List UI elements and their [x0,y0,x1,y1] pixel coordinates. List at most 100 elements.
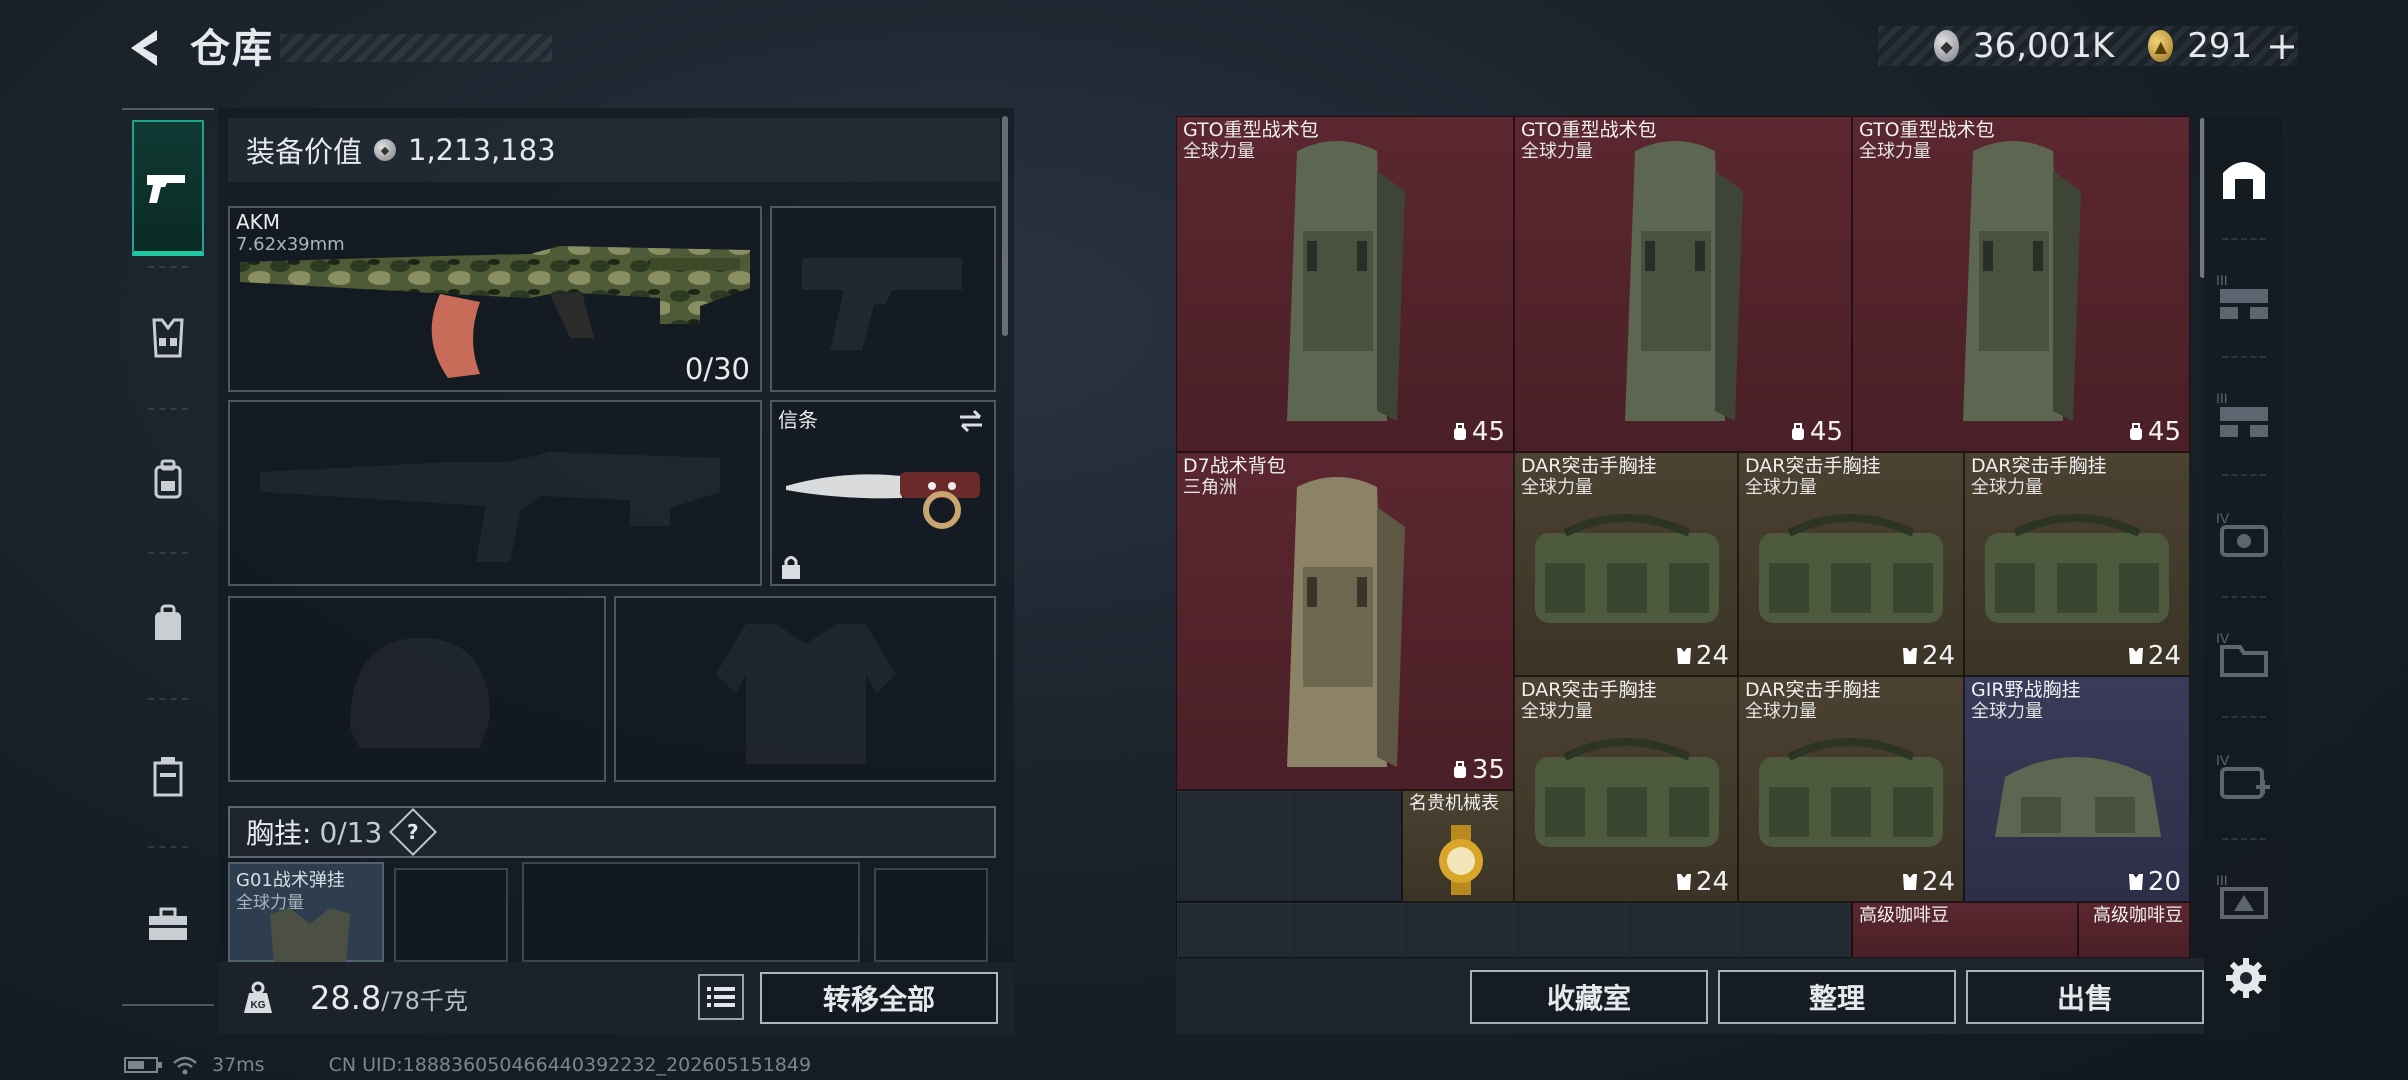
rail-tab-bag[interactable] [132,556,204,692]
rail-tab-backpack[interactable] [132,412,204,548]
storage-item[interactable]: GTO重型战术包 全球力量 45 [1852,116,2190,452]
helmet-slot[interactable] [228,596,606,782]
rail-tab-toolbox[interactable] [132,856,204,992]
storage-item[interactable]: DAR突击手胸挂 全球力量 24 [1514,452,1738,676]
chest-rig-capacity-icon [1902,874,1917,890]
chest-rig-capacity-icon [1676,648,1691,664]
collection-room-button[interactable]: 收藏室 [1470,970,1708,1024]
gear-icon [2226,958,2266,998]
transfer-all-button[interactable]: 转移全部 [760,972,998,1024]
silver-amount: 36,001K [1972,26,2115,66]
back-arrow-icon [131,30,157,66]
storage-level-icon: IV [2216,510,2268,557]
storage-tab-3c[interactable]: III [2212,856,2276,936]
swap-icon[interactable] [956,408,986,434]
backpack-icon [154,459,182,499]
storage-home-button[interactable] [2212,138,2276,218]
lock-icon [782,556,800,579]
storage-level-icon: IV [2216,630,2268,677]
svg-text:KG: KG [251,1000,266,1011]
equip-value-amount: 1,213,183 [408,133,556,167]
melee-slot[interactable]: 信条 [770,400,996,586]
backpack-capacity-icon [1791,423,1804,440]
rifle-slot-2[interactable] [228,400,762,586]
storage-tab-4c[interactable]: IV [2212,736,2276,816]
storage-item[interactable]: DAR突击手胸挂 全球力量 24 [1738,452,1964,676]
storage-item[interactable]: DAR突击手胸挂 全球力量 24 [1738,676,1964,902]
equipment-value-bar: 装备价值 ◆ 1,213,183 [228,118,1000,182]
add-currency-button[interactable]: + [2266,24,2298,68]
help-button[interactable]: ? [389,807,438,857]
back-button[interactable] [118,22,168,74]
storage-tab-4a[interactable]: IV [2212,494,2276,574]
storage-item[interactable]: GTO重型战术包 全球力量 45 [1514,116,1852,452]
pocket-slot-2[interactable] [522,862,860,962]
svg-text:IV: IV [2216,752,2230,768]
ammo-count: 0/30 [684,352,750,386]
svg-text:III: III [2216,272,2228,288]
backpack-image [1963,141,2081,421]
storage-item[interactable]: 高级咖啡豆 [1852,902,2078,958]
equip-value-label: 装备价值 [246,135,363,169]
watch-image [1439,825,1483,895]
chest-rig-icon [152,318,184,358]
list-icon [707,987,735,1007]
rail-tab-chest-rig[interactable] [132,270,204,406]
wifi-icon [173,1056,197,1075]
rail-tab-case[interactable] [132,708,204,844]
melee-name: 信条 [778,408,818,432]
storage-item[interactable]: DAR突击手胸挂 全球力量 24 [1514,676,1738,902]
body-armor-slot[interactable] [614,596,996,782]
loadout-scrollbar[interactable] [1002,116,1008,336]
rail-top-border [122,108,214,110]
user-id: CN UID:18883605046644039​2232_2026051518… [328,1054,812,1076]
empty-storage-cell[interactable] [1176,902,1852,958]
storage-tab-4b[interactable]: IV [2212,614,2276,694]
chest-rig-image [1995,757,2161,837]
chest-rig-count: 0/13 [319,815,383,849]
settings-button[interactable] [2218,950,2274,1006]
storage-level-icon: III [2216,872,2268,919]
storage-level-icon: III [2216,390,2268,437]
backpack-capacity-icon [1453,423,1466,440]
backpack-image [1287,477,1405,767]
empty-storage-cell[interactable] [1176,790,1402,902]
storage-tab-3b[interactable]: III [2212,374,2276,454]
chest-rig-capacity-icon [1902,648,1917,664]
page-title: 仓库 [190,26,274,72]
list-view-button[interactable] [698,974,744,1020]
svg-text:IV: IV [2216,630,2230,646]
chest-rig-thumbnail-icon [270,908,350,964]
chest-rig-image [1985,514,2169,623]
rail-bottom-border [122,1004,214,1006]
pocket-slot-3[interactable] [874,868,988,962]
silver-coin-icon: ◆ [1934,30,1959,62]
status-bar: 37ms CN UID:18883605046644039​2232_20260… [124,1052,811,1078]
storage-item[interactable]: GTO重型战术包 全球力量 45 [1176,116,1514,452]
svg-text:III: III [2216,390,2228,406]
knife-icon [786,472,980,529]
secondary-weapon-slot[interactable] [770,206,996,392]
primary-weapon-slot[interactable]: AKM 7.62x39mm 0/30 [228,206,762,392]
case-icon [153,757,183,797]
chest-rig-capacity-icon [2128,648,2143,664]
pistol-silhouette-icon [802,258,962,350]
rifle-silhouette-icon [260,452,720,562]
storage-level-icon: IV [2216,752,2270,799]
storage-item[interactable]: 名贵机械表 [1402,790,1514,902]
ping-readout: 37ms [212,1054,265,1076]
svg-text:III: III [2216,872,2228,888]
organize-button[interactable]: 整理 [1718,970,1956,1024]
pocket-slot-1[interactable] [394,868,508,962]
storage-item[interactable]: D7战术背包 三角洲 35 [1176,452,1514,790]
chest-rig-item[interactable]: G01战术弹挂 全球力量 [228,862,384,964]
storage-tab-3a[interactable]: III [2212,256,2276,336]
storage-item[interactable]: 高级咖啡豆 [2078,902,2190,958]
storage-item[interactable]: DAR突击手胸挂 全球力量 24 [1964,452,2190,676]
weight-icon: KG [218,962,298,1034]
sell-button[interactable]: 出售 [1966,970,2204,1024]
warehouse-icon [2223,162,2265,199]
rail-tab-weapons[interactable] [132,120,204,256]
storage-item[interactable]: GIR野战胸挂 全球力量 20 [1964,676,2190,902]
chest-rig-image [1535,738,1719,847]
